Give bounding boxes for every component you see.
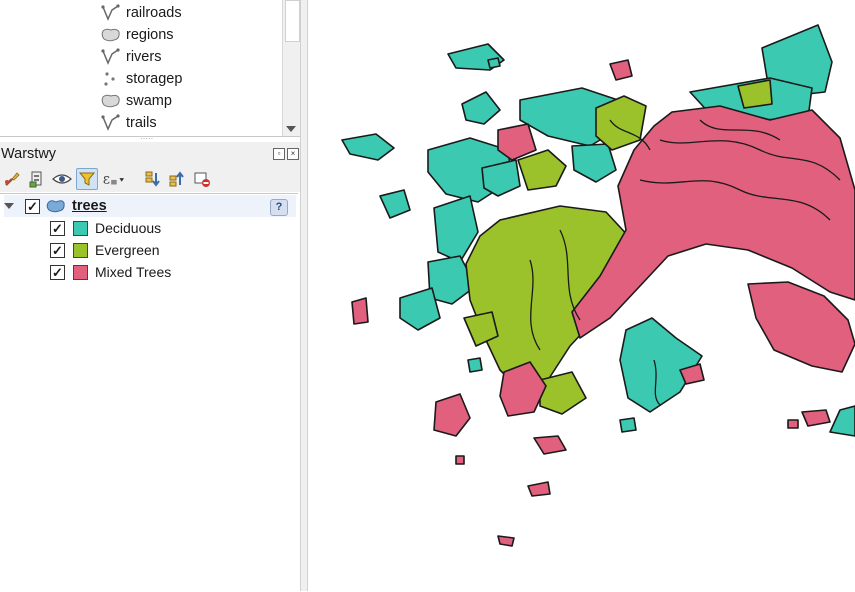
browser-item-storagep[interactable]: storagep	[100, 68, 182, 90]
legend-item-deciduous[interactable]: ✓ Deciduous	[50, 217, 161, 239]
panel-splitter[interactable]	[300, 0, 308, 591]
legend-swatch	[73, 264, 88, 280]
browser-item-label: regions	[126, 27, 174, 43]
class-visibility-checkbox[interactable]: ✓	[50, 242, 65, 258]
class-visibility-checkbox[interactable]: ✓	[50, 220, 65, 236]
line-layer-icon	[100, 4, 122, 22]
panel-resize-grip[interactable]: ·····	[140, 135, 160, 143]
polygon-layer-icon	[100, 26, 122, 44]
layer-name: trees	[72, 198, 107, 214]
browser-scrollbar[interactable]	[282, 0, 300, 136]
browser-item-regions[interactable]: regions	[100, 24, 174, 46]
scrollbar-thumb[interactable]	[285, 0, 300, 42]
filter-expression-icon[interactable]: ε	[102, 168, 124, 190]
visibility-eye-icon[interactable]	[51, 168, 73, 190]
remove-layer-icon[interactable]	[191, 168, 213, 190]
help-icon[interactable]: ?	[270, 199, 288, 216]
point-layer-icon	[100, 70, 122, 88]
legend-item-mixed-trees[interactable]: ✓ Mixed Trees	[50, 261, 171, 283]
legend-label: Deciduous	[95, 220, 162, 236]
legend-swatch	[73, 242, 88, 258]
polygon-layer-icon	[100, 92, 122, 110]
map-canvas[interactable]	[308, 0, 855, 591]
expand-all-icon[interactable]	[142, 168, 164, 190]
small-mixed-patches	[455, 419, 799, 547]
browser-item-trails[interactable]: trails	[100, 112, 157, 134]
layers-tree: ✓ trees ? ✓ Deciduous ✓ Evergreen ✓ Mixe…	[0, 193, 298, 592]
add-group-icon[interactable]	[26, 168, 48, 190]
left-panel: railroads regions rivers storagep swamp	[0, 0, 300, 592]
legend-label: Evergreen	[95, 242, 160, 258]
browser-item-swamp[interactable]: swamp	[100, 90, 172, 112]
legend-item-evergreen[interactable]: ✓ Evergreen	[50, 239, 160, 261]
filter-legend-icon[interactable]	[76, 168, 98, 190]
line-layer-icon	[100, 48, 122, 66]
svg-text:ε: ε	[103, 172, 110, 188]
legend-swatch	[73, 220, 88, 236]
browser-item-label: swamp	[126, 93, 172, 109]
class-visibility-checkbox[interactable]: ✓	[50, 264, 65, 280]
browser-item-railroads[interactable]: railroads	[100, 2, 182, 24]
browser-item-label: trails	[126, 115, 157, 131]
browser-item-rivers[interactable]: rivers	[100, 46, 161, 68]
layers-toolbar: ε	[0, 166, 300, 192]
browser-item-label: storagep	[126, 71, 183, 87]
layer-visibility-checkbox[interactable]: ✓	[25, 198, 40, 214]
line-layer-icon	[100, 114, 122, 132]
layers-panel-header: Warstwy ▫ ×	[0, 142, 300, 166]
browser-panel: railroads regions rivers storagep swamp	[0, 0, 300, 137]
collapse-arrow-icon[interactable]	[4, 203, 14, 209]
layer-row-trees[interactable]: ✓ trees ?	[4, 195, 296, 217]
style-manager-icon[interactable]	[1, 168, 23, 190]
layers-panel-title: Warstwy	[1, 146, 57, 162]
browser-item-label: rivers	[126, 49, 162, 65]
collapse-all-icon[interactable]	[166, 168, 188, 190]
float-panel-icon[interactable]: ▫	[273, 148, 285, 160]
polygon-layer-icon	[46, 198, 66, 214]
trees-map-layer	[341, 24, 855, 547]
browser-item-label: railroads	[126, 5, 182, 21]
scroll-down-arrow-icon[interactable]	[286, 126, 296, 132]
legend-label: Mixed Trees	[95, 264, 172, 280]
close-panel-icon[interactable]: ×	[287, 148, 299, 160]
